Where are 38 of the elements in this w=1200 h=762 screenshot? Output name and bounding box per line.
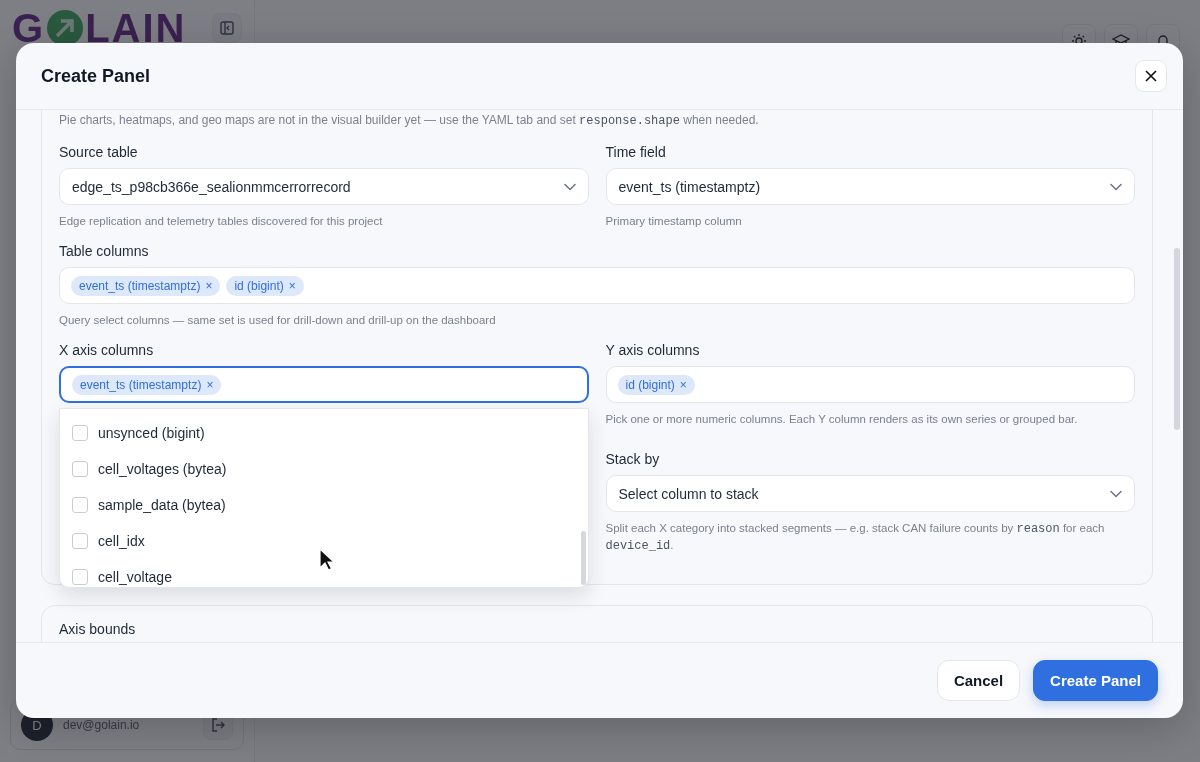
dropdown-option[interactable]: unsynced (bigint) <box>60 415 588 451</box>
chip-label: event_ts (timestamptz) <box>80 377 202 392</box>
remove-chip-button[interactable]: × <box>679 378 687 391</box>
logo-text: G <box>12 8 46 48</box>
user-email: dev@golain.io <box>63 718 141 732</box>
chip-label: id (bigint) <box>625 377 675 392</box>
dropdown-option[interactable]: cell_voltage <box>60 559 588 595</box>
dropdown-option[interactable]: cell_voltages (bytea) <box>60 451 588 487</box>
dropdown-option[interactable]: cell_idx <box>60 523 588 559</box>
info-note: Pie charts, heatmaps, and geo maps are not in the visual builder yet — use the YAML tab and set response.shape when needed. <box>59 113 760 128</box>
help-text: Pick one or more numeric columns. Each Y column renders as its own series or grouped bar. <box>605 412 1079 427</box>
help-text: Edge replication and telemetry tables discovered for this project <box>59 214 384 229</box>
help-text: Split each X category into stacked segments — e.g. stack CAN failure counts by reason for each device_id. <box>605 521 1106 554</box>
field-label: Source table <box>59 144 139 160</box>
dialog-title: Create Panel <box>41 65 151 87</box>
field-label: Time field <box>605 144 667 160</box>
chip-label: id (bigint) <box>234 278 284 293</box>
select-field[interactable]: event_ts (timestamptz) <box>605 168 1135 205</box>
remove-chip-button[interactable]: × <box>288 279 296 292</box>
logo-text: LAIN <box>85 8 187 48</box>
select-field[interactable]: edge_ts_p98cb366e_sealionmmcerrorrecord <box>59 168 589 205</box>
cancel-button[interactable]: Cancel <box>936 660 1021 701</box>
section-title: Axis bounds <box>59 621 136 637</box>
select-field[interactable]: Select column to stack <box>605 475 1135 512</box>
field-label: Table columns <box>59 243 150 259</box>
multi-select-field[interactable]: event_ts (timestamptz) × id (bigint) × <box>59 267 1135 304</box>
field-label: Y axis columns <box>605 342 701 358</box>
help-text: Primary timestamp column <box>605 214 743 229</box>
remove-chip-button[interactable]: × <box>206 378 214 391</box>
remove-chip-button[interactable]: × <box>205 279 213 292</box>
dropdown-option[interactable]: sample_data (bytea) <box>60 487 588 523</box>
create-button[interactable]: Create Panel <box>1033 660 1158 701</box>
field-label: Stack by <box>605 451 661 467</box>
chip-label: event_ts (timestamptz) <box>79 278 201 293</box>
multi-select-field[interactable]: event_ts (timestamptz) × <box>59 366 589 403</box>
field-label: X axis columns <box>59 342 155 358</box>
help-text: Query select columns — same set is used for drill-down and drill-up on the dashboard <box>59 313 497 328</box>
multi-select-field[interactable]: id (bigint) × <box>605 366 1135 403</box>
